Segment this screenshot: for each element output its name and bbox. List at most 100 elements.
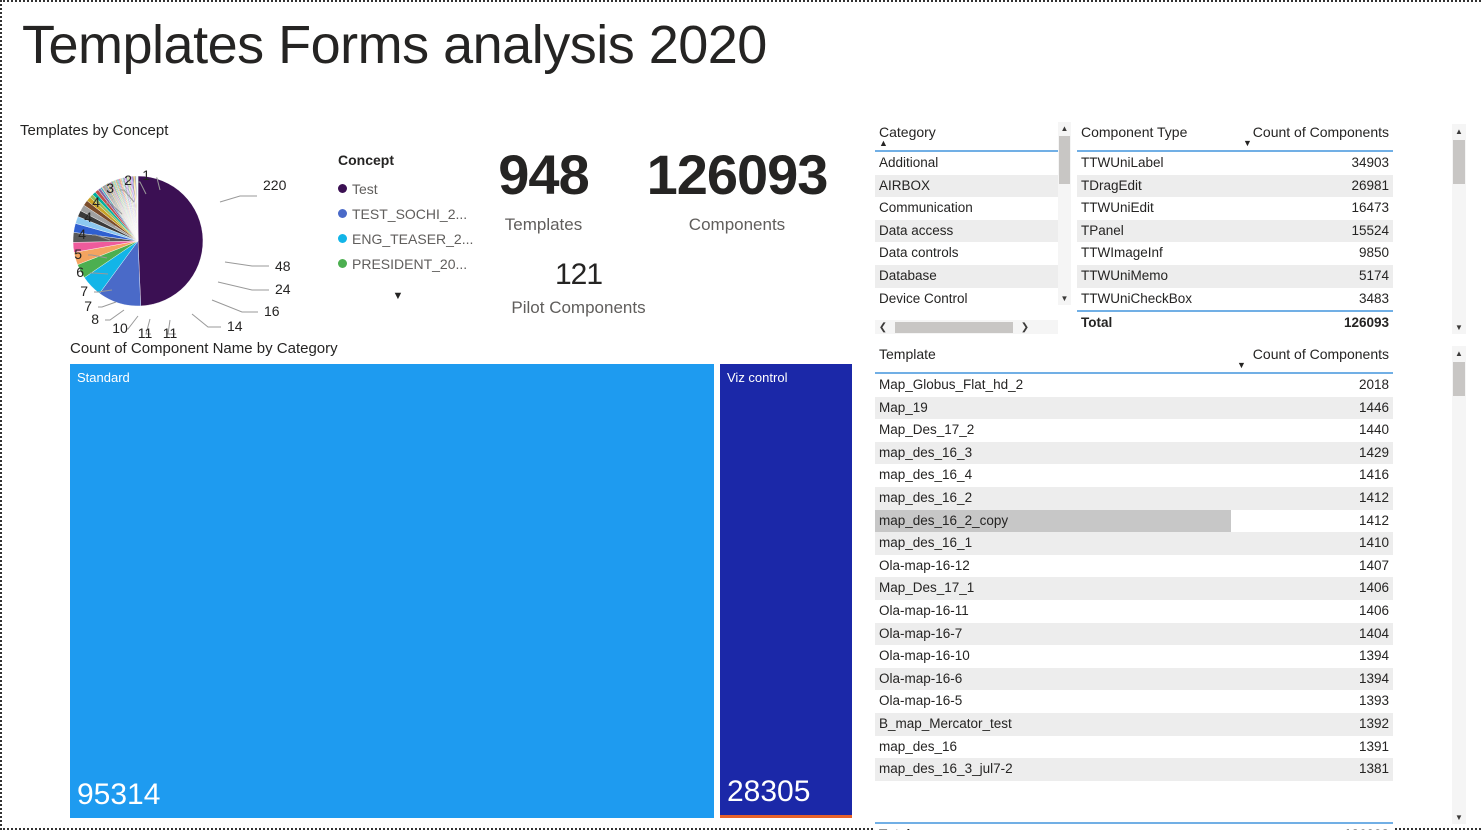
category-table: Category ▲ AdditionalAIRBOXCommunication… xyxy=(875,122,1071,334)
table-row[interactable]: map_des_16_31429 xyxy=(875,442,1393,465)
pie-data-label: 10 xyxy=(112,320,128,336)
table-row[interactable]: Map_191446 xyxy=(875,397,1393,420)
column-header-count-of-components[interactable]: Count of Components ▼ xyxy=(1231,344,1393,362)
table-row[interactable]: AIRBOX xyxy=(875,175,1071,198)
pie-slice[interactable] xyxy=(138,176,203,306)
chevron-down-icon[interactable]: ▼ xyxy=(1452,320,1466,334)
table-row[interactable]: TDragEdit26981 xyxy=(1077,175,1393,198)
pie-visual-title: Templates by Concept xyxy=(20,122,500,139)
chevron-up-icon[interactable]: ▲ xyxy=(1452,346,1466,360)
chevron-up-icon[interactable]: ▲ xyxy=(1058,122,1071,135)
table-row[interactable]: map_des_16_11410 xyxy=(875,532,1393,555)
table-row[interactable]: Map_Des_17_11406 xyxy=(875,577,1393,600)
table-row[interactable]: map_des_161391 xyxy=(875,736,1393,759)
count-of-components-cell: 34903 xyxy=(1237,152,1393,175)
column-header-template[interactable]: Template xyxy=(875,344,1231,362)
table-row[interactable]: B_map_Mercator_test1392 xyxy=(875,713,1393,736)
category-name-cell: Additional xyxy=(875,152,1058,175)
template-name-cell: Ola-map-16-11 xyxy=(875,600,1231,623)
table-row[interactable]: TTWUniCheckBox3483 xyxy=(1077,288,1393,311)
category-name-cell: Database xyxy=(875,265,1058,288)
table-row[interactable]: Ola-map-16-61394 xyxy=(875,668,1393,691)
column-header-count-of-components[interactable]: Count of Components ▼ xyxy=(1237,122,1393,140)
legend-color-swatch xyxy=(338,184,347,193)
pie-legend-item[interactable]: TEST_SOCHI_2... xyxy=(338,201,498,226)
chevron-right-icon[interactable]: ❯ xyxy=(1017,320,1033,334)
pie-data-label: 6 xyxy=(76,264,84,280)
table-row[interactable]: Map_Globus_Flat_hd_22018 xyxy=(875,374,1393,397)
pie-legend-item[interactable]: Test xyxy=(338,176,498,201)
table-row[interactable]: Communication xyxy=(875,197,1071,220)
pie-legend-item[interactable]: PRESIDENT_20... xyxy=(338,251,498,276)
sort-descending-icon: ▼ xyxy=(1237,361,1246,370)
table-row[interactable]: Ola-map-16-121407 xyxy=(875,555,1393,578)
table-row[interactable]: TTWUniEdit16473 xyxy=(1077,197,1393,220)
table-row[interactable]: map_des_16_2_copy1412 xyxy=(875,510,1393,533)
template-name-cell: map_des_16_3 xyxy=(875,442,1231,465)
table-row[interactable]: Data controls xyxy=(875,242,1071,265)
pie-data-label: 4 xyxy=(78,226,86,242)
chevron-down-icon[interactable]: ▼ xyxy=(1058,292,1071,305)
category-row-list: AdditionalAIRBOXCommunicationData access… xyxy=(875,152,1071,310)
category-horizontal-scrollbar[interactable]: ❮ ❯ xyxy=(875,320,1058,334)
category-name-cell: Data access xyxy=(875,220,1058,243)
table-row[interactable]: map_des_16_41416 xyxy=(875,464,1393,487)
pie-chart[interactable]: 2204824161411111087765444321 xyxy=(20,144,340,339)
template-name-cell: Ola-map-16-7 xyxy=(875,623,1231,646)
table-row[interactable]: TTWImageInf9850 xyxy=(1077,242,1393,265)
treemap-tile-label: Viz control xyxy=(727,370,787,385)
table-row[interactable]: Ola-map-16-111406 xyxy=(875,600,1393,623)
pie-chart-svg[interactable]: 2204824161411111087765444321 xyxy=(20,144,340,339)
column-header-component-type[interactable]: Component Type xyxy=(1077,122,1237,140)
scrollbar-thumb[interactable] xyxy=(1059,136,1070,184)
count-of-components-cell: 26981 xyxy=(1237,175,1393,198)
category-name-cell: AIRBOX xyxy=(875,175,1058,198)
chevron-down-icon[interactable]: ▼ xyxy=(1452,810,1466,824)
chevron-left-icon[interactable]: ❮ xyxy=(875,320,891,334)
chevron-up-icon[interactable]: ▲ xyxy=(1452,124,1466,138)
template-table-header: Template Count of Components ▼ xyxy=(875,344,1393,374)
table-row[interactable]: map_des_16_21412 xyxy=(875,487,1393,510)
scrollbar-thumb[interactable] xyxy=(1453,362,1465,396)
treemap-tile-standard[interactable]: Standard 95314 xyxy=(70,364,714,818)
table-row[interactable]: TTWUniMemo5174 xyxy=(1077,265,1393,288)
scrollbar-thumb[interactable] xyxy=(895,322,1013,333)
table-row-partial[interactable] xyxy=(875,781,1393,787)
table-row[interactable]: Additional xyxy=(875,152,1071,175)
table-row[interactable]: Device Control xyxy=(875,288,1071,311)
table-row[interactable]: map_des_16_3_jul7-21381 xyxy=(875,758,1393,781)
category-vertical-scrollbar[interactable]: ▲ ▼ xyxy=(1058,122,1071,305)
component-type-cell: TDragEdit xyxy=(1077,175,1237,198)
pie-legend-label: PRESIDENT_20... xyxy=(352,256,467,272)
count-of-components-cell: 1392 xyxy=(1231,713,1393,736)
total-value: 126093 xyxy=(1231,823,1393,830)
count-of-components-cell: 1412 xyxy=(1231,510,1393,533)
template-vertical-scrollbar[interactable]: ▲ ▼ xyxy=(1452,346,1466,824)
pie-label-leader-line xyxy=(105,310,124,320)
table-row[interactable]: Map_Des_17_21440 xyxy=(875,419,1393,442)
table-row[interactable]: Database xyxy=(875,265,1071,288)
template-total-row: Total 126093 xyxy=(875,822,1393,830)
component-type-vertical-scrollbar[interactable]: ▲ ▼ xyxy=(1452,124,1466,334)
pie-legend-item[interactable]: ENG_TEASER_2... xyxy=(338,226,498,251)
scrollbar-thumb[interactable] xyxy=(1453,140,1465,184)
treemap-visual-title: Count of Component Name by Category xyxy=(70,340,852,357)
count-of-components-cell: 1381 xyxy=(1231,758,1393,781)
chevron-down-icon[interactable]: ▼ xyxy=(338,290,458,302)
table-row[interactable]: TTWUniLabel34903 xyxy=(1077,152,1393,175)
table-row[interactable]: TPanel15524 xyxy=(1077,220,1393,243)
table-row[interactable]: Ola-map-16-71404 xyxy=(875,623,1393,646)
component-type-cell: TTWUniCheckBox xyxy=(1077,288,1237,311)
pie-label-leader-line xyxy=(225,262,269,266)
pie-legend-label: Test xyxy=(352,181,378,197)
pie-legend-title: Concept xyxy=(338,152,498,168)
treemap-tile-viz-control[interactable]: Viz control 28305 xyxy=(720,364,852,818)
table-row[interactable]: Ola-map-16-51393 xyxy=(875,690,1393,713)
count-of-components-cell: 1410 xyxy=(1231,532,1393,555)
template-name-cell: B_map_Mercator_test xyxy=(875,713,1231,736)
table-row[interactable]: Ola-map-16-101394 xyxy=(875,645,1393,668)
template-table: Template Count of Components ▼ Map_Globu… xyxy=(875,344,1393,830)
column-header-category[interactable]: Category ▲ xyxy=(875,122,1058,140)
kpi-value-templates: 948 xyxy=(476,147,611,203)
table-row[interactable]: Data access xyxy=(875,220,1071,243)
